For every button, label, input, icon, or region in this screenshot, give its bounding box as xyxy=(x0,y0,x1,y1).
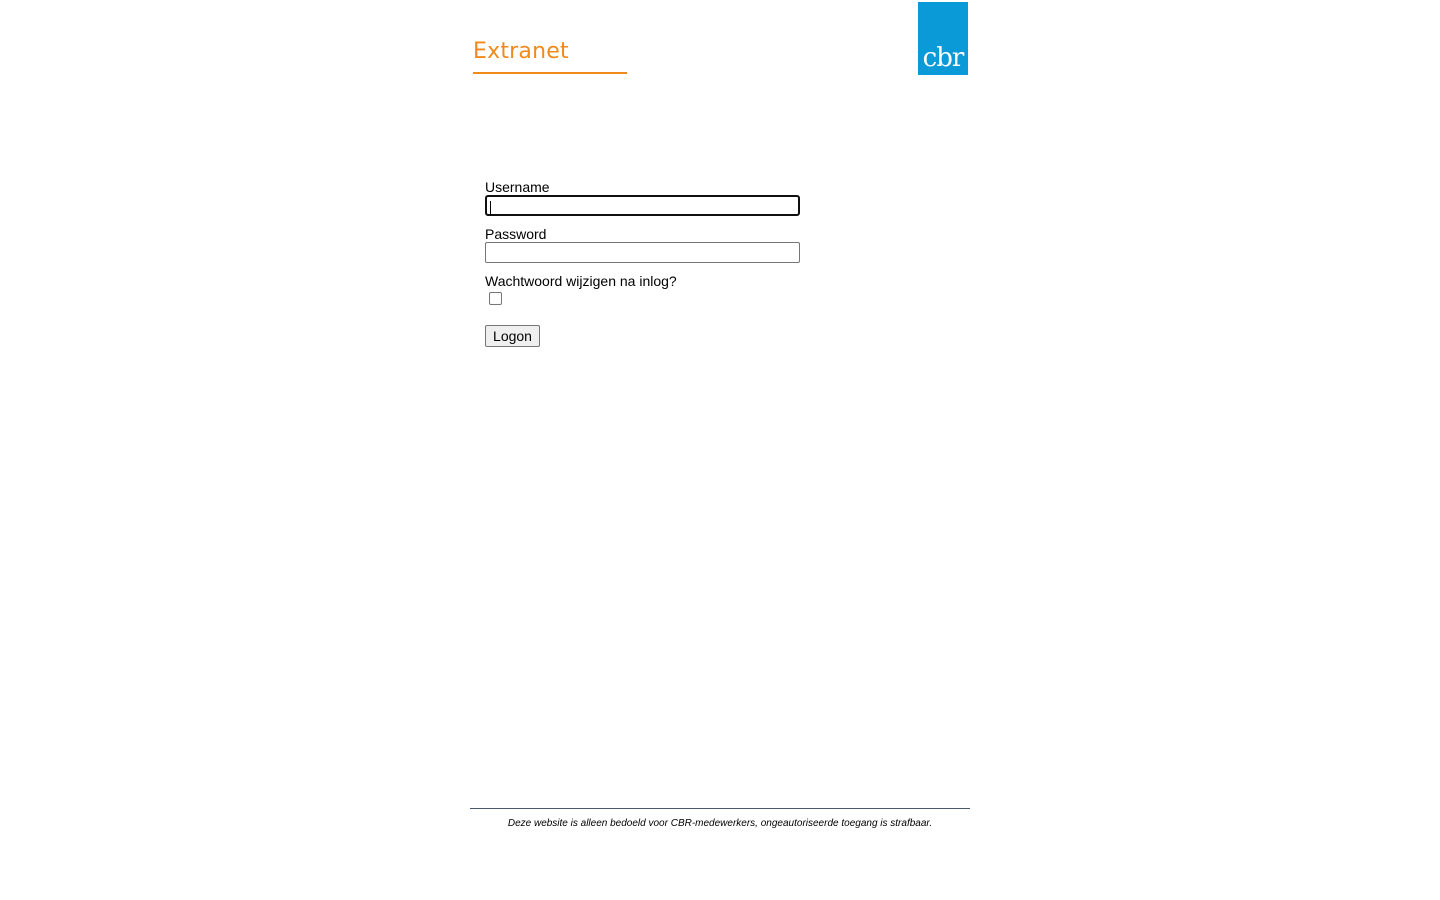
password-label: Password xyxy=(485,226,547,242)
cbr-logo: cbr xyxy=(918,2,968,75)
login-page: Extranet cbr Username Password Wachtwoor… xyxy=(0,0,1440,900)
change-password-checkbox[interactable] xyxy=(489,292,502,305)
username-input[interactable] xyxy=(485,195,800,216)
username-label: Username xyxy=(485,179,550,195)
password-input[interactable] xyxy=(485,242,800,263)
change-password-label: Wachtwoord wijzigen na inlog? xyxy=(485,273,677,289)
page-title: Extranet xyxy=(473,39,569,64)
logo-text: cbr xyxy=(922,43,965,73)
logon-button[interactable]: Logon xyxy=(485,325,540,347)
title-underline xyxy=(473,72,627,74)
text-caret xyxy=(490,201,491,214)
footer-notice: Deze website is alleen bedoeld voor CBR-… xyxy=(507,818,933,829)
footer-divider xyxy=(470,808,970,809)
